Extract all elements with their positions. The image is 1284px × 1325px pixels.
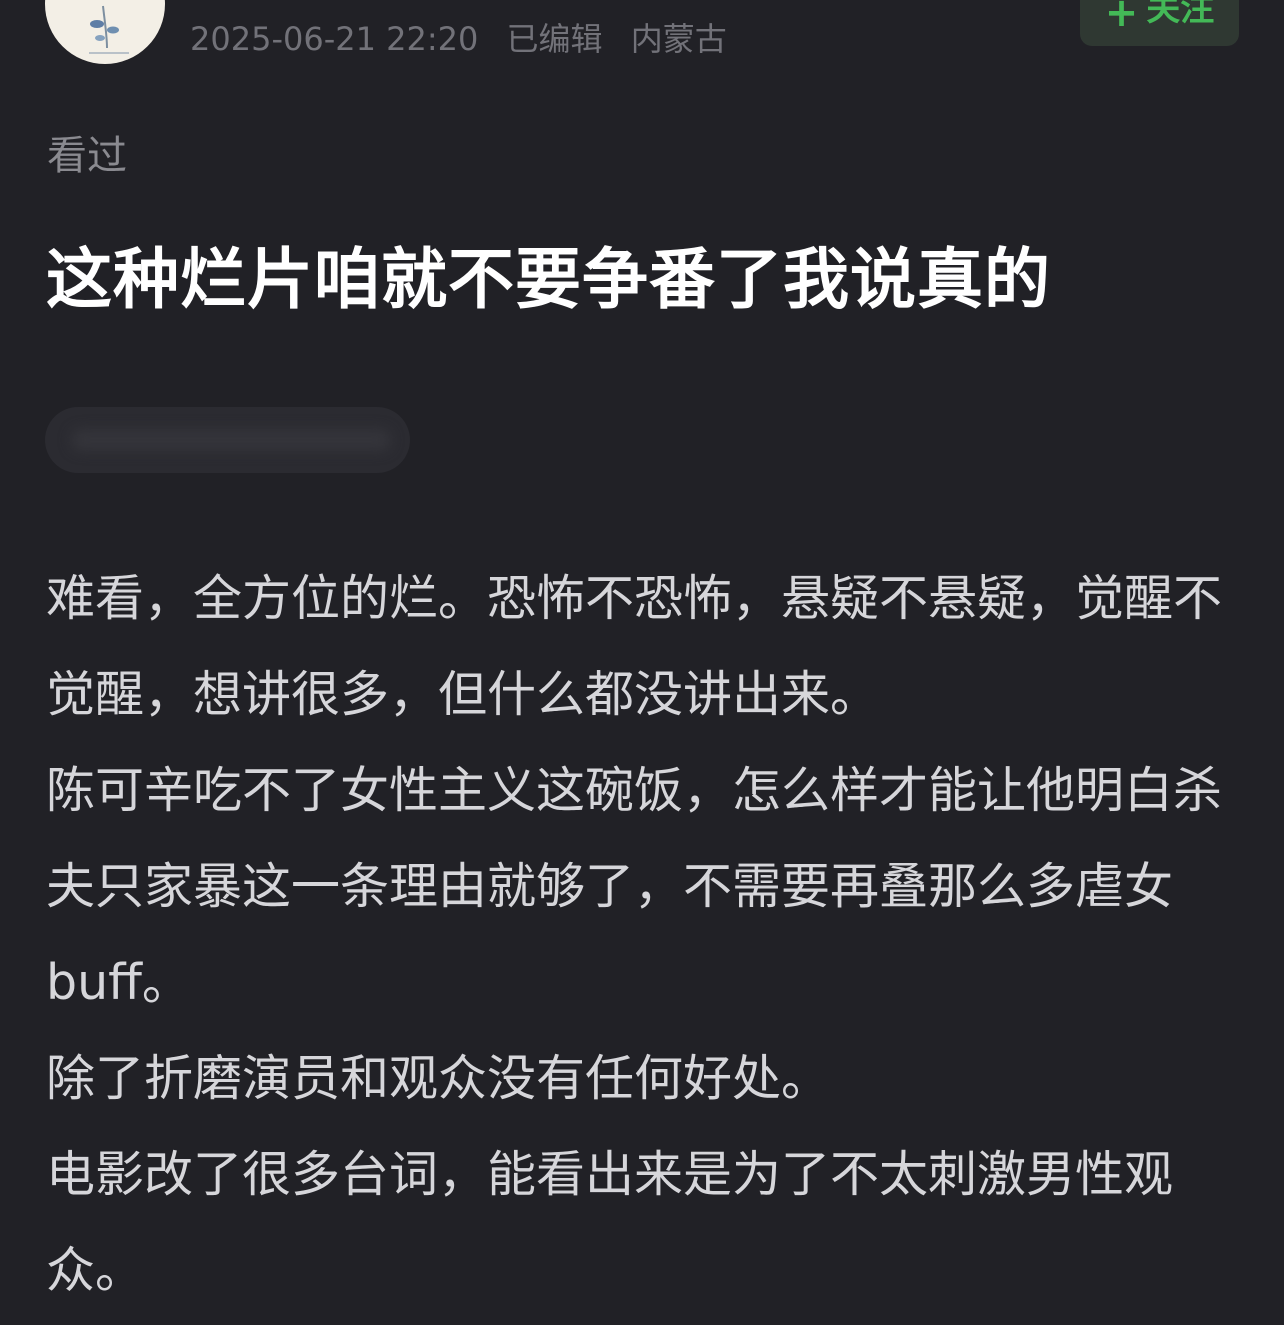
blurred-rating-tag[interactable] [45,407,410,473]
post-title: 这种烂片咱就不要争番了我说真的 [46,241,1051,318]
follow-button-label: 关注 [1146,0,1215,29]
avatar-plant-icon [89,5,129,54]
plus-icon: + [1104,0,1139,36]
review-paragraph: 除了折磨演员和观众没有任何好处。 [46,1050,831,1107]
review-paragraph: 陈可辛吃不了女性主义这碗饭，怎么样才能让他明白杀夫只家暴这一条理由就够了，不需要… [46,762,1223,1011]
follow-button[interactable]: + 关注 [1080,0,1239,46]
avatar[interactable] [45,0,165,64]
blurred-content [71,429,391,451]
watch-status: 看过 [47,133,127,179]
review-paragraph: 难看，全方位的烂。恐怖不恐怖，悬疑不悬疑，觉醒不觉醒，想讲很多，但什么都没讲出来… [46,570,1223,723]
post-date: 2025-06-21 22:20 [190,20,479,58]
location-label: 内蒙古 [630,20,727,58]
post-meta: 2025-06-21 22:20 已编辑 内蒙古 [190,18,745,60]
edited-label: 已编辑 [506,20,603,58]
review-body: 难看，全方位的烂。恐怖不恐怖，悬疑不悬疑，觉醒不觉醒，想讲很多，但什么都没讲出来… [46,551,1246,1319]
review-paragraph: 电影改了很多台词，能看出来是为了不太刺激男性观众。 [46,1146,1174,1299]
